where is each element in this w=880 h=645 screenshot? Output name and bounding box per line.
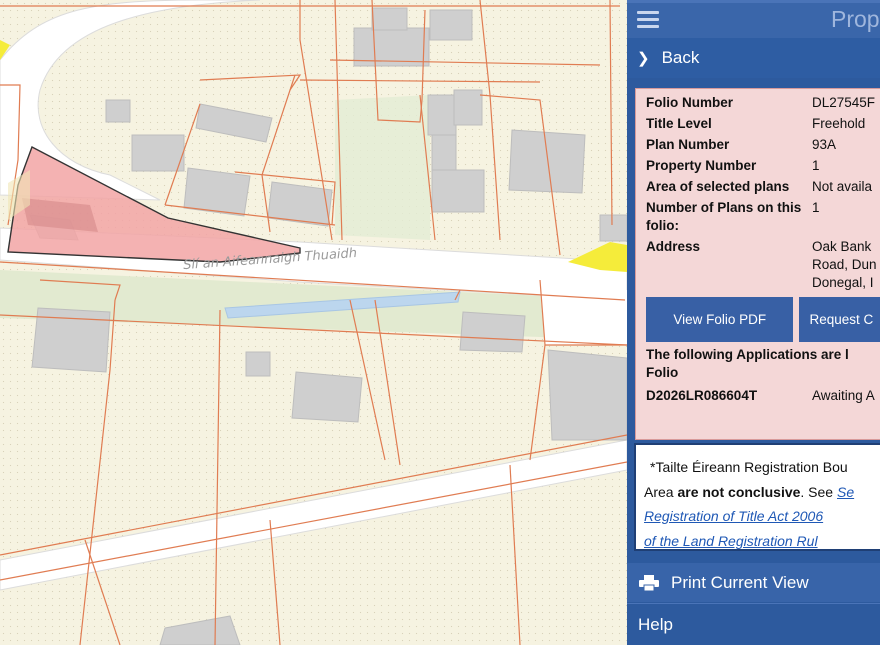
registration-notice: *Tailte Éireann Registration Bou Area ar… [634,443,880,551]
folio-number-row: Folio Number DL27545F [646,95,876,110]
folio-actions: View Folio PDF Request C [646,297,880,342]
back-button[interactable]: ❯ Back [627,38,880,78]
panel-title: Prop [831,6,880,32]
notice-link[interactable]: Se [837,484,854,500]
printer-icon [639,574,659,591]
view-folio-pdf-button[interactable]: View Folio PDF [646,297,794,342]
back-label: Back [661,48,700,67]
print-current-view-button[interactable]: Print Current View [627,563,880,602]
plans-count-row: Number of Plans on this folio: 1 [646,200,820,233]
address-row: Address Oak Bank Road, Dun Donegal, I [646,239,877,290]
hamburger-menu-icon[interactable] [637,11,659,29]
property-panel: Prop ❯ Back Folio Number DL27545F Title … [627,0,880,645]
address-value: Oak Bank Road, Dun Donegal, I [812,239,877,290]
land-registration-rules-link[interactable]: of the Land Registration Rul [644,533,818,549]
chevron-right-icon: ❯ [637,50,650,67]
request-button[interactable]: Request C [799,297,880,342]
side-road [540,290,627,345]
panel-header: Prop [627,0,880,38]
green-field [335,95,430,240]
plan-number-row: Plan Number 93A [646,137,837,152]
property-number-row: Property Number 1 [646,158,820,173]
area-row: Area of selected plans Not availa [646,179,873,194]
notice-line2: Area are not conclusive. See Se [644,483,855,500]
registration-act-link[interactable]: Registration of Title Act 2006 [644,508,823,524]
folio-details: Folio Number DL27545F Title Level Freeho… [635,88,880,440]
map-view[interactable]: Slí an Aifeannaigh Thuaidh [0,0,627,645]
map-canvas[interactable] [0,0,627,645]
applications-heading: The following Applications are l Folio [646,347,849,380]
application-row: D2026LR086604T Awaiting A [646,388,875,403]
title-level-row: Title Level Freehold [646,116,866,131]
help-button[interactable]: Help [627,603,880,645]
